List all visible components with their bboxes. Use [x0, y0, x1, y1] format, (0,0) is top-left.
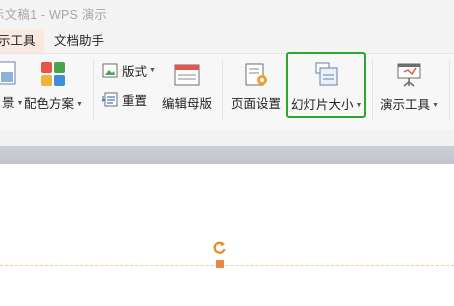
background-button-label: 景 — [2, 96, 15, 110]
edit-master-icon — [174, 64, 200, 86]
resize-handle[interactable] — [216, 260, 224, 268]
page-setup-button[interactable]: 页面设置 — [231, 63, 281, 112]
reset-icon — [102, 92, 118, 107]
slide-canvas[interactable] — [0, 164, 454, 306]
background-button[interactable]: 景 ▼ — [0, 60, 23, 111]
edit-master-label: 编辑母版 — [162, 97, 213, 111]
presentation-tools-icon — [397, 63, 421, 87]
color-scheme-label: 配色方案 — [24, 97, 75, 111]
layout-icon — [102, 63, 118, 78]
rotate-handle-icon[interactable] — [212, 240, 228, 256]
presentation-tools-label: 演示工具 — [380, 98, 431, 112]
page-setup-label: 页面设置 — [231, 97, 282, 111]
ribbon-separator — [93, 60, 94, 120]
tab-presentation-tools[interactable]: 示工具 — [0, 29, 44, 53]
workspace-strip — [0, 130, 454, 146]
presentation-tools-button[interactable]: 演示工具 ▼ — [380, 62, 439, 113]
ribbon-tab-bar: 示工具 文档助手 — [0, 27, 454, 53]
reset-label: 重置 — [122, 94, 148, 108]
window-title: 示文稿1 - WPS 演示 — [0, 8, 108, 22]
background-icon — [0, 61, 16, 85]
placeholder-border — [0, 265, 454, 266]
ribbon-separator — [449, 60, 450, 120]
ribbon-separator — [222, 60, 223, 120]
ribbon-toolbar: 景 ▼ 配色方案 ▼ 版式 ▼ 重置 编辑母版 页面设置 幻灯片大小 ▼ 演示工… — [0, 53, 454, 130]
color-scheme-icon — [41, 62, 66, 86]
layout-button[interactable]: 版式 ▼ — [102, 61, 156, 80]
layout-label: 版式 — [122, 65, 148, 79]
slide-area-top-band — [0, 146, 454, 164]
tab-document-helper[interactable]: 文档助手 — [54, 29, 104, 53]
ribbon-separator — [372, 60, 373, 120]
title-bar: 示文稿1 - WPS 演示 — [0, 0, 454, 27]
page-setup-icon — [245, 63, 267, 86]
reset-button[interactable]: 重置 — [102, 90, 147, 109]
edit-master-button[interactable]: 编辑母版 — [162, 63, 212, 112]
slide-size-highlight-box — [286, 52, 366, 118]
color-scheme-button[interactable]: 配色方案 ▼ — [24, 61, 83, 112]
